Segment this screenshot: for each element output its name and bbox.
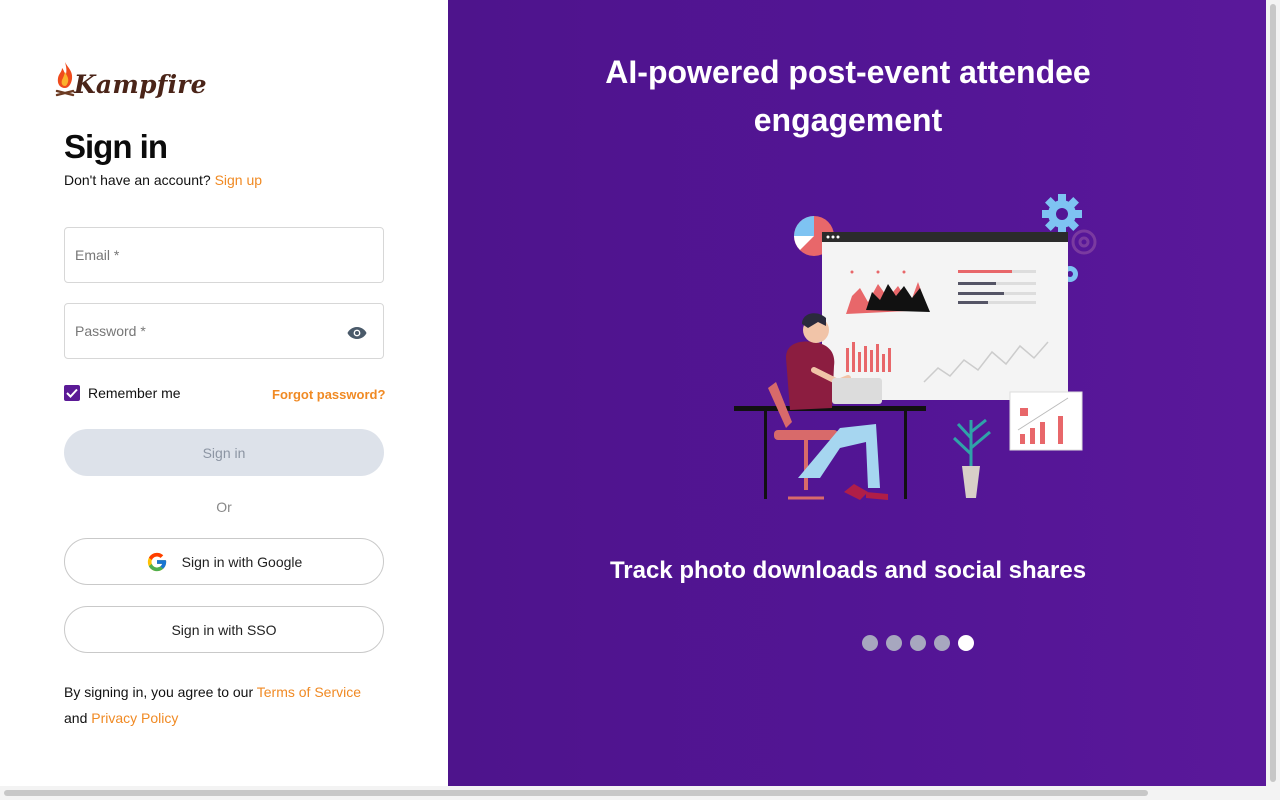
terms-notice: By signing in, you agree to our Terms of… (64, 679, 404, 731)
sso-sign-in-button[interactable]: Sign in with SSO (64, 606, 384, 653)
page-title: Sign in (64, 128, 168, 165)
google-button-label: Sign in with Google (181, 553, 303, 570)
password-placeholder: Password * (75, 323, 146, 339)
sso-button-label: Sign in with SSO (171, 621, 277, 638)
carousel-dots (862, 635, 982, 651)
sign-in-button-label: Sign in (202, 444, 246, 461)
vertical-scrollbar[interactable] (1266, 0, 1280, 786)
hero-title: AI-powered post-event attendee engagemen… (378, 48, 1280, 144)
remember-me[interactable]: Remember me (64, 385, 181, 401)
signup-prompt-text: Don't have an account? (64, 172, 211, 188)
carousel-dot-1[interactable] (862, 635, 878, 651)
sign-in-button[interactable]: Sign in (64, 429, 384, 476)
terms-prefix: By signing in, you agree to our (64, 684, 254, 700)
password-field[interactable]: Password * (64, 303, 384, 359)
hero-caption: Track photo downloads and social shares (609, 557, 1087, 584)
hero-title-line-2: engagement (753, 102, 943, 138)
flame-icon (55, 62, 75, 97)
signup-prompt: Don't have an account? Sign up (64, 172, 262, 188)
eye-icon[interactable] (347, 326, 367, 340)
brand-wordmark: Kampfire (74, 70, 207, 99)
terms-and: and (64, 710, 88, 726)
horizontal-scrollbar[interactable] (0, 786, 1280, 800)
or-divider: Or (216, 499, 232, 515)
hero-title-line-1: AI-powered post-event attendee (605, 54, 1091, 90)
privacy-policy-link[interactable]: Privacy Policy (91, 710, 178, 726)
carousel-dot-3[interactable] (910, 635, 926, 651)
analytics-illustration (734, 194, 1097, 500)
remember-checkbox[interactable] (64, 385, 80, 401)
email-field[interactable]: Email * (64, 227, 384, 283)
vertical-scrollbar-thumb[interactable] (1270, 4, 1276, 782)
kampfire-logo[interactable]: Kampfire (54, 60, 207, 98)
forgot-password-link[interactable]: Forgot password? (272, 387, 385, 402)
carousel-dot-2[interactable] (886, 635, 902, 651)
horizontal-scrollbar-thumb[interactable] (4, 790, 1148, 796)
remember-label: Remember me (88, 385, 181, 401)
gear-icon (1042, 194, 1082, 234)
terms-of-service-link[interactable]: Terms of Service (257, 684, 361, 700)
gear-outline-icon (1071, 229, 1097, 255)
carousel-dot-4[interactable] (934, 635, 950, 651)
signup-link[interactable]: Sign up (215, 172, 262, 188)
check-icon (66, 388, 78, 398)
google-sign-in-button[interactable]: Sign in with Google (64, 538, 384, 585)
email-placeholder: Email * (75, 247, 120, 263)
google-icon (147, 552, 166, 571)
carousel-dot-5[interactable] (958, 635, 974, 651)
